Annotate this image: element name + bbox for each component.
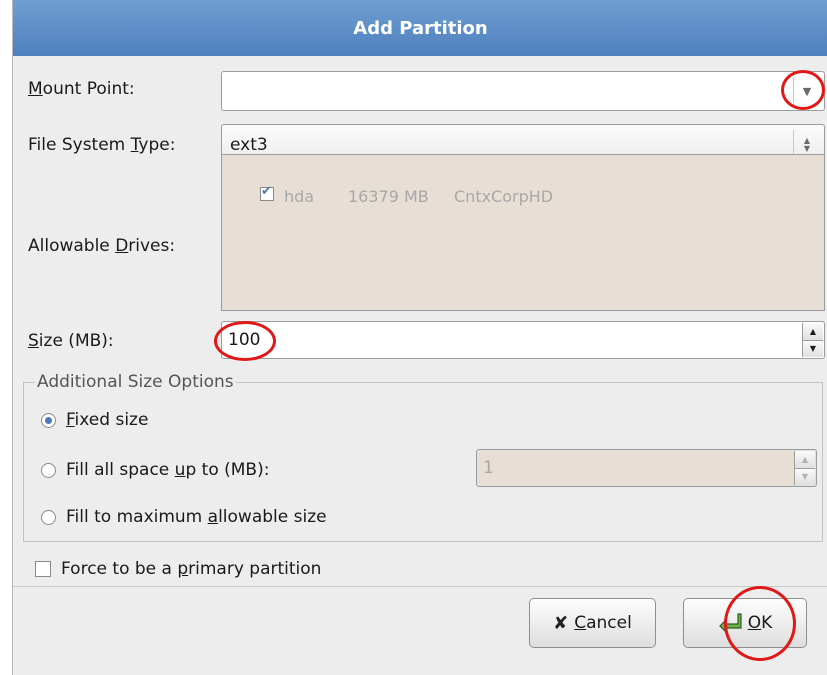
cancel-button-label: Cancel [574,613,632,633]
fixed-size-label: Fixed size [66,410,149,430]
enter-arrow-icon [718,613,742,634]
drive-model: CntxCorpHD [454,187,554,206]
fill-upto-spin-buttons: ▲ ▼ [794,451,815,485]
spin-up-icon: ▲ [795,451,815,468]
add-partition-dialog: Add Partition Mount Point: ▼ File System… [12,0,827,675]
size-label: Size (MB): [28,331,114,351]
mount-point-combo[interactable]: ▼ [221,71,825,111]
fs-type-value: ext3 [230,135,268,155]
divider [13,586,827,587]
drive-size: 16379 MB [348,187,429,206]
drive-row[interactable]: hda 16379 MB CntxCorpHD [260,184,554,206]
fill-upto-spinner: 1 ▲ ▼ [476,449,817,487]
fill-upto-option[interactable]: Fill all space up to (MB): [41,460,269,480]
fixed-size-radio[interactable] [41,412,56,428]
dialog-title: Add Partition [13,0,827,56]
fill-max-radio[interactable] [41,509,56,525]
spin-up-icon[interactable]: ▲ [803,323,823,340]
allowable-drives-list: hda 16379 MB CntxCorpHD [221,154,825,311]
primary-checkbox[interactable] [35,561,51,577]
fixed-size-option[interactable]: Fixed size [41,410,148,430]
size-input[interactable]: 100 [228,330,260,350]
drive-name: hda [284,187,315,206]
fill-upto-input: 1 [483,458,494,478]
cancel-button[interactable]: ✘ Cancel [529,598,656,648]
ok-button-label: OK [747,613,773,633]
fill-upto-radio[interactable] [41,462,56,478]
close-icon: ✘ [553,612,569,634]
ok-button[interactable]: OK [683,598,807,648]
size-options-legend: Additional Size Options [35,372,236,392]
spin-down-icon[interactable]: ▼ [803,339,823,357]
primary-label: Force to be a primary partition [61,559,322,579]
chevron-down-icon[interactable]: ▼ [793,77,820,105]
fill-upto-label: Fill all space up to (MB): [66,460,270,480]
primary-option[interactable]: Force to be a primary partition [35,559,321,579]
fill-max-option[interactable]: Fill to maximum allowable size [41,507,327,527]
mount-point-label: Mount Point: [28,79,135,99]
size-spinner[interactable]: 100 ▲ ▼ [221,321,825,359]
drive-checkbox[interactable] [260,184,274,201]
fill-max-label: Fill to maximum allowable size [66,507,327,527]
allowable-drives-label: Allowable Drives: [28,236,176,256]
spin-down-icon: ▼ [795,467,815,485]
size-spin-buttons[interactable]: ▲ ▼ [802,323,823,357]
fs-type-label: File System Type: [28,135,176,155]
